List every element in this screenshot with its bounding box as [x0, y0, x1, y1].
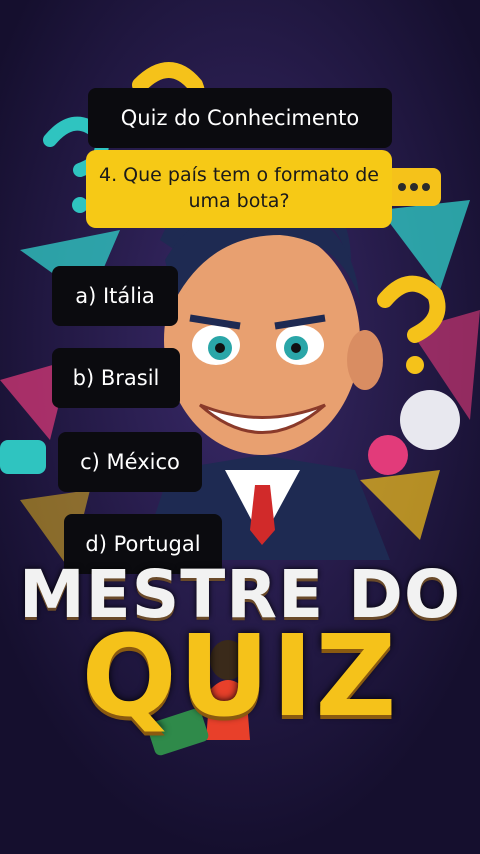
logo-text-line2: QUIZ: [81, 612, 399, 742]
quiz-title: Quiz do Conhecimento: [88, 88, 392, 148]
answer-option-c[interactable]: c) México: [58, 432, 202, 492]
question-label: 4. Que país tem o formato de uma bota?: [99, 164, 379, 212]
answer-option-a[interactable]: a) Itália: [52, 266, 178, 326]
question-text: 4. Que país tem o formato de uma bota?: [86, 150, 392, 228]
answer-option-b[interactable]: b) Brasil: [52, 348, 180, 408]
